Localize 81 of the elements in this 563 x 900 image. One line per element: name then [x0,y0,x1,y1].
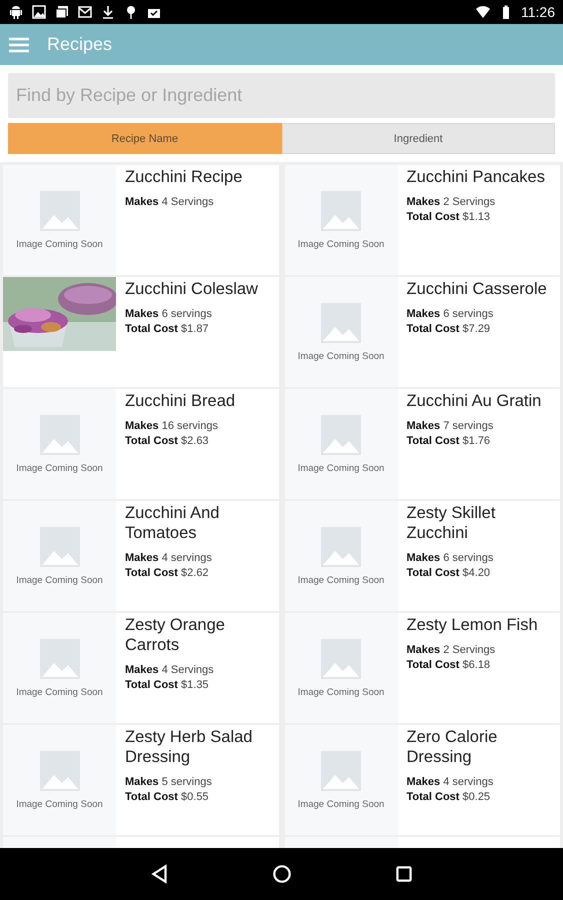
recipe-card[interactable]: Image Coming Soon Zesty Orange Carrots Makes 4 Servings Total Cost $1.35 [3,613,278,723]
recipe-name: Zucchini Casserole [406,279,547,299]
gallery-icon [54,4,70,20]
servings-text: Makes 4 Servings [125,196,215,208]
recipe-card[interactable]: Image Coming Soon Zesty Herb Salad Dressing Makes 5 servings Total Cost $0.55 [3,725,278,835]
wifi-icon [475,4,491,20]
recipe-card[interactable]: Image Coming Soon Zucchini Au Gratin Makes 7 servings Total Cost $1.76 [284,389,560,499]
search-field[interactable]: Find by Recipe or Ingredient [8,73,555,118]
servings-text: Makes 2 Servings [406,644,496,656]
recipe-card[interactable]: Image Coming Soon Zucchini Casserole Makes 6 servings Total Cost $7.29 [284,277,560,387]
recipe-card[interactable]: Image Coming Soon Zucchini Recipe Makes 4 Servings [3,165,278,275]
home-icon[interactable] [270,863,292,885]
recipe-name: Zesty Skillet Zucchini [406,503,496,543]
recipe-card[interactable]: Image Coming Soon Zero Calorie Dressing Makes 4 servings Total Cost $0.25 [284,725,560,835]
cost-text: Total Cost $4.20 [406,567,492,579]
servings-text: Makes 4 servings [406,776,494,788]
servings-text: Makes 5 servings [125,776,213,788]
image-icon [31,4,47,20]
image-icon [321,190,361,230]
recipe-name: Zucchini Bread [125,391,236,411]
placeholder-text: Image Coming Soon [298,574,384,586]
image-icon [40,638,80,678]
image-icon [321,750,361,790]
cost-text: Total Cost $1.35 [125,679,210,691]
placeholder-text: Image Coming Soon [16,574,103,586]
cost-text: Total Cost $1.13 [406,211,492,223]
image-icon [321,302,361,342]
android-icon [8,4,24,20]
placeholder-text: Image Coming Soon [298,238,384,250]
cost-text: Total Cost $2.62 [125,567,210,579]
image-icon [40,414,80,454]
cost-text: Total Cost $1.76 [406,435,492,447]
tab[interactable]: Ingredient [282,123,555,154]
recipe-name: Zesty Orange Carrots [125,615,226,655]
cost-text: Total Cost $0.55 [125,791,210,803]
cost-text: Total Cost $6.18 [406,659,492,671]
recipe-name: Zucchini Coleslaw [125,279,258,299]
tab[interactable]: Recipe Name [8,123,282,154]
clock-time: 11:26 [521,4,555,20]
servings-text: Makes 6 servings [125,308,213,320]
image-icon [40,526,80,566]
placeholder-text: Image Coming Soon [16,686,103,698]
placeholder-text: Image Coming Soon [298,350,384,362]
recipe-name: Zesty Lemon Fish [406,615,538,635]
recipe-name: Zucchini Pancakes [406,167,545,187]
download-icon [100,4,116,20]
image-icon [321,414,361,454]
servings-text: Makes 4 servings [125,552,213,564]
recipe-card[interactable]: Image Coming Soon Zucchini And Tomatoes Makes 4 servings Total Cost $2.62 [3,501,278,611]
placeholder-text: Image Coming Soon [298,686,384,698]
image-icon [321,526,361,566]
recipe-card[interactable]: Zucchini Coleslaw Makes 6 servings Total Cost $1.87 [3,277,278,387]
recipe-card[interactable]: Image Coming Soon Zesty Lemon Fish Makes 2 Servings Total Cost $6.18 [284,613,560,723]
recipe-name: Zucchini And Tomatoes [125,503,220,543]
servings-text: Makes 6 servings [406,308,494,320]
cost-text: Total Cost $7.29 [406,323,492,335]
recipe-name: Zucchini Recipe [125,167,242,187]
screen-title: Recipes [47,34,112,55]
recipe-card[interactable]: Image Coming Soon Zesty Skillet Zucchini Makes 6 servings Total Cost $4.20 [284,501,560,611]
mail-icon [77,4,93,20]
image-icon [40,190,80,230]
placeholder-text: Image Coming Soon [16,798,103,810]
image-icon [321,638,361,678]
servings-text: Makes 16 servings [125,420,219,432]
placeholder-text: Image Coming Soon [16,462,103,474]
servings-text: Makes 6 servings [406,552,494,564]
recipe-name: Zero Calorie Dressing [406,727,498,767]
servings-text: Makes 2 Servings [406,196,496,208]
placeholder-text: Image Coming Soon [298,798,384,810]
cost-text: Total Cost $2.63 [125,435,210,447]
placeholder-text: Image Coming Soon [16,238,103,250]
recipe-name: Zesty Herb Salad Dressing [125,727,254,767]
recipe-name: Zucchini Au Gratin [406,391,542,411]
cost-text: Total Cost $0.25 [406,791,492,803]
cost-text: Total Cost $1.87 [125,323,210,335]
recipe-card[interactable]: Image Coming Soon Zucchini Bread Makes 16 servings Total Cost $2.63 [3,389,278,499]
servings-text: Makes 7 servings [406,420,494,432]
servings-text: Makes 4 Servings [125,664,215,676]
placeholder-text: Image Coming Soon [298,462,384,474]
image-icon [40,750,80,790]
recipe-card[interactable]: Image Coming Soon Zucchini Pancakes Makes 2 Servings Total Cost $1.13 [284,165,560,275]
